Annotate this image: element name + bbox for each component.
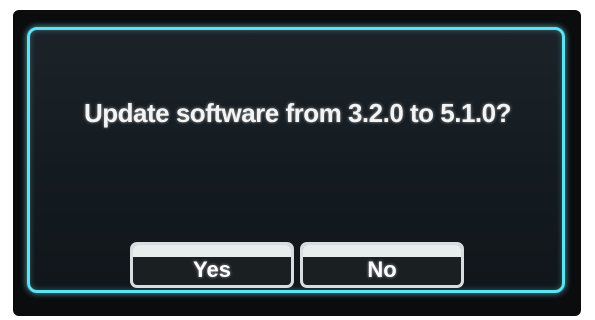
no-button-highlight bbox=[303, 245, 461, 257]
no-button[interactable]: No bbox=[300, 242, 464, 288]
update-dialog bbox=[27, 27, 565, 293]
update-prompt-message: Update software from 3.2.0 to 5.1.0? bbox=[83, 98, 512, 128]
yes-button[interactable]: Yes bbox=[130, 242, 294, 288]
yes-button-label: Yes bbox=[193, 257, 231, 282]
no-button-label: No bbox=[367, 257, 397, 282]
yes-button-highlight bbox=[133, 245, 291, 257]
